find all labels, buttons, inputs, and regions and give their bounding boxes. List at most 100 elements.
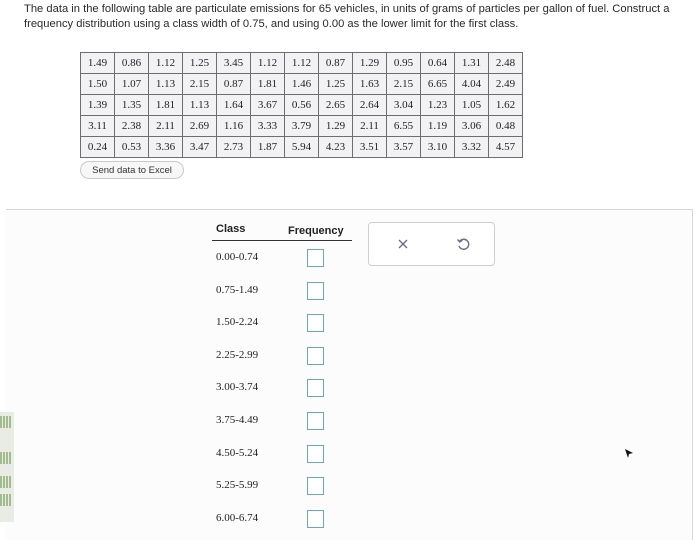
- data-cell: 6.65: [420, 73, 455, 95]
- data-cell: 2.65: [318, 94, 353, 116]
- data-cell: 0.95: [386, 52, 421, 74]
- data-cell: 3.11: [80, 115, 115, 137]
- header-divider: [212, 240, 352, 241]
- data-cell: 0.87: [318, 52, 353, 74]
- data-cell: 1.35: [114, 94, 149, 116]
- data-cell: 2.11: [352, 115, 387, 137]
- send-to-excel-button[interactable]: Send data to Excel: [80, 161, 184, 179]
- data-row: 3.11 2.38 2.11 2.69 1.16 3.33 3.79 1.29 2.11 6.55…: [80, 115, 523, 137]
- frequency-input[interactable]: [307, 314, 324, 333]
- data-cell: 1.81: [250, 73, 285, 95]
- mouse-cursor-icon: [625, 449, 633, 458]
- data-cell: 0.86: [114, 52, 149, 74]
- data-cell: 3.32: [454, 136, 489, 158]
- data-cell: 1.05: [454, 94, 489, 116]
- frequency-input[interactable]: [307, 509, 324, 528]
- data-cell: 3.67: [250, 94, 285, 116]
- data-cell: 1.62: [488, 94, 523, 116]
- data-cell: 1.31: [454, 52, 489, 74]
- data-cell: 0.48: [488, 115, 523, 137]
- class-label: 4.50-5.24: [216, 446, 259, 459]
- data-cell: 5.94: [284, 136, 319, 158]
- data-cell: 3.04: [386, 94, 421, 116]
- undo-icon: [456, 238, 470, 250]
- class-label: 0.00-0.74: [216, 251, 259, 263]
- data-cell: 1.64: [216, 94, 251, 116]
- reset-button[interactable]: [453, 234, 473, 254]
- data-cell: 3.06: [454, 115, 489, 137]
- data-cell: 2.11: [148, 115, 183, 137]
- data-cell: 1.29: [352, 52, 387, 74]
- data-cell: 0.87: [216, 73, 251, 95]
- class-label: 2.25-2.99: [216, 348, 259, 361]
- data-cell: 1.12: [284, 52, 319, 74]
- data-cell: 1.19: [420, 115, 455, 137]
- action-toolbar: [368, 222, 495, 266]
- data-cell: 1.81: [148, 94, 183, 116]
- data-row: 0.24 0.53 3.36 3.47 2.73 1.87 5.94 4.23 3.51 3.57…: [80, 136, 523, 158]
- data-row: 1.49 0.86 1.12 1.25 3.45 1.12 1.12 0.87 1.29 0.95…: [80, 52, 523, 74]
- data-cell: 2.49: [488, 73, 523, 95]
- data-cell: 3.57: [386, 136, 421, 158]
- data-cell: 3.47: [182, 136, 217, 158]
- data-cell: 6.55: [386, 115, 421, 137]
- data-cell: 1.12: [148, 52, 183, 74]
- data-cell: 1.46: [284, 73, 319, 95]
- data-cell: 4.23: [318, 136, 353, 158]
- data-cell: 0.24: [80, 136, 115, 158]
- frequency-input[interactable]: [307, 346, 324, 365]
- data-cell: 0.56: [284, 94, 319, 116]
- frequency-input[interactable]: [307, 412, 324, 430]
- class-label: 0.75-1.49: [216, 283, 259, 296]
- data-cell: 1.07: [114, 73, 149, 95]
- data-cell: 1.25: [318, 73, 353, 95]
- data-cell: 0.64: [420, 52, 455, 74]
- data-cell: 3.36: [148, 136, 183, 158]
- frequency-input[interactable]: [307, 281, 324, 300]
- data-cell: 0.53: [114, 136, 149, 158]
- emissions-data-table: 1.49 0.86 1.12 1.25 3.45 1.12 1.12 0.87 1.29 0.95…: [80, 52, 523, 158]
- data-cell: 3.51: [352, 136, 387, 158]
- data-cell: 1.39: [80, 94, 115, 116]
- data-cell: 1.25: [182, 52, 217, 74]
- data-cell: 1.13: [148, 73, 183, 95]
- data-cell: 4.57: [488, 136, 523, 158]
- frequency-input[interactable]: [307, 477, 324, 496]
- class-label: 3.00-3.74: [216, 381, 259, 394]
- frequency-input[interactable]: [307, 249, 324, 267]
- data-cell: 3.10: [420, 136, 455, 158]
- question-text: The data in the following table are part…: [24, 3, 670, 30]
- data-cell: 2.73: [216, 136, 251, 158]
- class-label: 3.75-4.49: [216, 414, 259, 426]
- clear-button[interactable]: [393, 234, 413, 254]
- data-cell: 1.23: [420, 94, 455, 116]
- data-cell: 1.29: [318, 115, 353, 137]
- data-cell: 3.33: [250, 115, 285, 137]
- data-cell: 3.79: [284, 115, 319, 137]
- data-cell: 2.38: [114, 115, 149, 137]
- data-row: 1.50 1.07 1.13 2.15 0.87 1.81 1.46 1.25 1.63 2.15…: [80, 73, 523, 95]
- data-cell: 2.64: [352, 94, 387, 116]
- data-cell: 1.49: [80, 52, 115, 74]
- data-row: 1.39 1.35 1.81 1.13 1.64 3.67 0.56 2.65 2.64 3.04…: [80, 94, 523, 116]
- close-icon: [398, 239, 408, 249]
- class-label: 1.50-2.24: [216, 316, 259, 329]
- data-cell: 3.45: [216, 52, 251, 74]
- data-cell: 4.04: [454, 73, 489, 95]
- class-label: 6.00-6.74: [216, 511, 259, 524]
- frequency-input[interactable]: [307, 444, 324, 463]
- partial-window-strip: [0, 412, 14, 522]
- frequency-input[interactable]: [307, 379, 324, 398]
- data-cell: 1.16: [216, 115, 251, 137]
- data-cell: 1.12: [250, 52, 285, 74]
- frequency-column-header: Frequency: [288, 225, 344, 237]
- data-cell: 1.87: [250, 136, 285, 158]
- data-cell: 2.48: [488, 52, 523, 74]
- data-cell: 2.69: [182, 115, 217, 137]
- data-cell: 1.50: [80, 73, 115, 95]
- class-column-header: Class: [216, 223, 246, 235]
- class-label: 5.25-5.99: [216, 479, 259, 492]
- data-cell: 1.13: [182, 94, 217, 116]
- data-cell: 2.15: [386, 73, 421, 95]
- data-cell: 1.63: [352, 73, 387, 95]
